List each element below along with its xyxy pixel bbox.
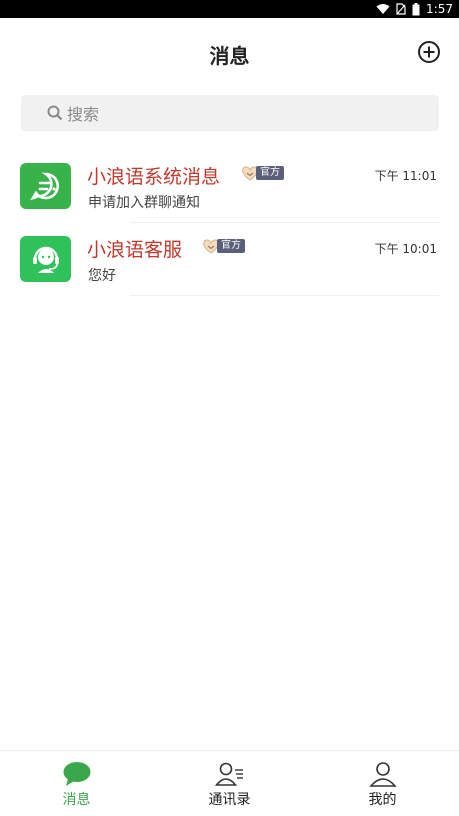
conversation-item-system[interactable]: 小浪语系统消息 官方 下午 11:01 申请加入群聊通知 xyxy=(0,150,459,223)
avatar xyxy=(20,163,71,209)
divider xyxy=(130,295,439,296)
plus-circle-icon xyxy=(418,41,440,63)
conversation-preview: 申请加入群聊通知 xyxy=(88,195,200,211)
conversation-preview: 您好 xyxy=(88,268,116,284)
page-title: 消息 xyxy=(209,44,250,68)
search-bar[interactable]: 搜索 xyxy=(21,95,439,131)
headset-agent-icon xyxy=(32,246,59,273)
conversation-time: 下午 11:01 xyxy=(374,169,437,183)
tab-profile[interactable]: 我的 xyxy=(306,751,459,816)
status-icons: 1:57 xyxy=(376,0,453,18)
badge-label: 官方 xyxy=(256,166,284,180)
status-bar: 1:57 xyxy=(0,0,459,18)
avatar xyxy=(20,236,71,282)
status-time: 1:57 xyxy=(426,2,453,16)
search-placeholder: 搜索 xyxy=(67,105,100,124)
conversation-item-service[interactable]: 小浪语客服 官方 下午 10:01 您好 xyxy=(0,223,459,296)
tab-label: 通讯录 xyxy=(208,792,251,808)
conversation-name: 小浪语客服 xyxy=(87,239,183,261)
battery-icon xyxy=(412,2,420,15)
add-button[interactable] xyxy=(417,40,441,64)
conversation-name: 小浪语系统消息 xyxy=(87,166,221,188)
official-badge: 官方 xyxy=(201,237,245,255)
tab-label: 消息 xyxy=(62,792,91,808)
tab-contacts[interactable]: 通讯录 xyxy=(153,751,306,816)
contacts-icon xyxy=(214,762,243,786)
search-icon xyxy=(47,105,63,121)
conversation-time: 下午 10:01 xyxy=(374,242,437,256)
tab-label: 我的 xyxy=(368,792,397,808)
bottom-tab-bar: 消息 通讯录 我的 xyxy=(0,750,459,816)
chat-bubble-icon xyxy=(63,762,90,786)
no-sim-icon xyxy=(396,3,406,15)
chat-logo-icon xyxy=(29,172,59,201)
conversation-list: 小浪语系统消息 官方 下午 11:01 申请加入群聊通知 小浪语客服 官方 下午… xyxy=(0,150,459,296)
official-badge: 官方 xyxy=(240,164,284,182)
wifi-icon xyxy=(376,4,390,14)
profile-icon xyxy=(368,762,397,787)
tab-messages[interactable]: 消息 xyxy=(0,751,153,816)
badge-label: 官方 xyxy=(217,239,245,253)
app-header: 消息 xyxy=(0,18,459,88)
